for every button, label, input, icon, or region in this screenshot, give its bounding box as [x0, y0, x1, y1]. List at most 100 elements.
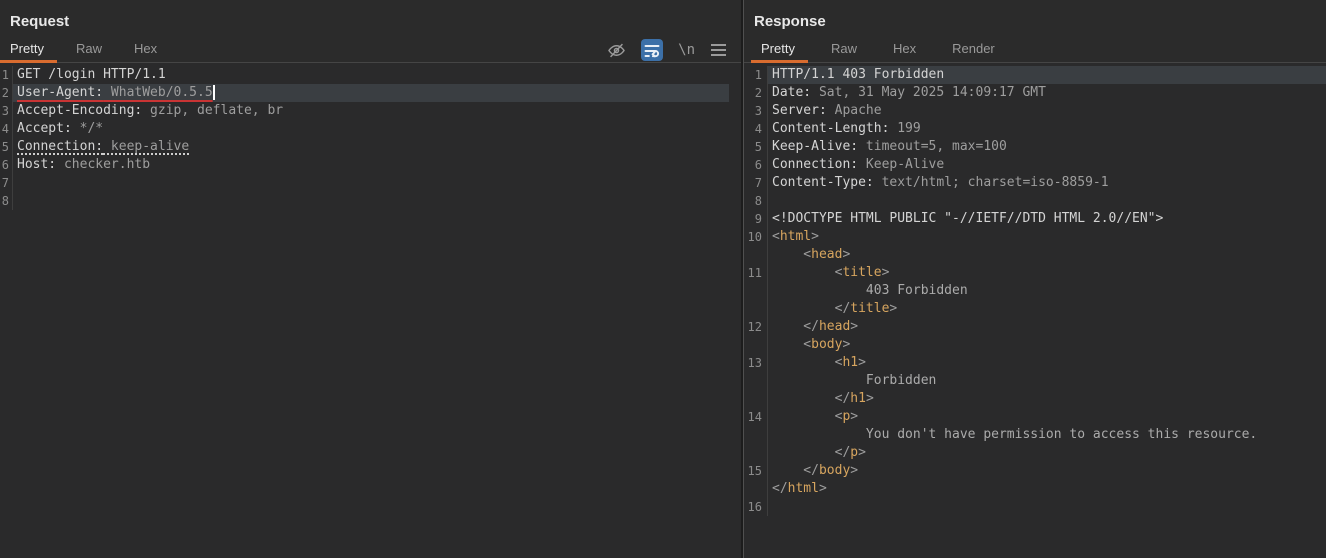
line-number: 7 [744, 174, 768, 192]
code-line[interactable]: </h1> [744, 390, 1326, 408]
code-line[interactable]: 8 [0, 192, 741, 210]
response-tab-render[interactable]: Render [942, 37, 1008, 63]
code-line-content[interactable]: <!DOCTYPE HTML PUBLIC "-//IETF//DTD HTML… [768, 210, 1326, 228]
request-tab-raw[interactable]: Raw [66, 37, 115, 63]
code-line-content[interactable]: <h1> [768, 354, 1326, 372]
code-line[interactable]: 16 [744, 498, 1326, 516]
code-line-content[interactable] [13, 192, 729, 210]
code-line-content[interactable]: Connection: Keep-Alive [768, 156, 1326, 174]
line-number [744, 282, 768, 300]
code-segment: gzip, deflate, br [142, 103, 283, 118]
request-tab-bar: Pretty Raw Hex [0, 37, 741, 63]
hide-nonprintable-icon[interactable] [607, 41, 626, 60]
code-line-content[interactable]: Content-Length: 199 [768, 120, 1326, 138]
code-line-content[interactable]: </head> [768, 318, 1326, 336]
code-line-content[interactable]: Server: Apache [768, 102, 1326, 120]
code-line-content[interactable]: </body> [768, 462, 1326, 480]
response-tab-hex[interactable]: Hex [883, 37, 929, 63]
code-line[interactable]: 5Connection: keep-alive [0, 138, 741, 156]
code-line[interactable]: 14 <p> [744, 408, 1326, 426]
code-line-content[interactable]: <p> [768, 408, 1326, 426]
code-line[interactable]: <body> [744, 336, 1326, 354]
code-line-content[interactable]: Accept-Encoding: gzip, deflate, br [13, 102, 729, 120]
line-number [744, 372, 768, 390]
code-line[interactable]: 2Date: Sat, 31 May 2025 14:09:17 GMT [744, 84, 1326, 102]
code-line[interactable]: 4Accept: */* [0, 120, 741, 138]
code-line[interactable]: 15 </body> [744, 462, 1326, 480]
code-line[interactable]: 1GET /login HTTP/1.1 [0, 66, 741, 84]
code-line[interactable]: 3Accept-Encoding: gzip, deflate, br [0, 102, 741, 120]
code-line[interactable]: 4Content-Length: 199 [744, 120, 1326, 138]
code-line[interactable]: 403 Forbidden [744, 282, 1326, 300]
code-segment: Host: [17, 157, 56, 172]
code-line[interactable]: 12 </head> [744, 318, 1326, 336]
code-line[interactable]: 9<!DOCTYPE HTML PUBLIC "-//IETF//DTD HTM… [744, 210, 1326, 228]
code-line[interactable]: </html> [744, 480, 1326, 498]
code-line-content[interactable]: </title> [768, 300, 1326, 318]
code-line[interactable]: Forbidden [744, 372, 1326, 390]
line-number: 2 [0, 84, 13, 102]
code-line-content[interactable] [13, 174, 729, 192]
code-line-content[interactable]: <body> [768, 336, 1326, 354]
request-tab-hex[interactable]: Hex [124, 37, 170, 63]
code-line-content[interactable]: User-Agent: WhatWeb/0.5.5 [13, 84, 729, 102]
code-line[interactable]: 1HTTP/1.1 403 Forbidden [744, 66, 1326, 84]
code-line-content[interactable]: </html> [768, 480, 1326, 498]
code-line-content[interactable]: <title> [768, 264, 1326, 282]
code-line-content[interactable]: Keep-Alive: timeout=5, max=100 [768, 138, 1326, 156]
code-line-content[interactable]: Accept: */* [13, 120, 729, 138]
code-segment: You don't have permission to access this… [772, 427, 1257, 442]
code-line[interactable]: 7Content-Type: text/html; charset=iso-88… [744, 174, 1326, 192]
code-segment: WhatWeb/0.5.5 [103, 85, 213, 100]
code-line-content[interactable]: Connection: keep-alive [13, 138, 729, 156]
word-wrap-icon[interactable] [641, 39, 663, 61]
code-line-content[interactable]: HTTP/1.1 403 Forbidden [768, 66, 1326, 84]
code-line-content[interactable]: You don't have permission to access this… [768, 426, 1326, 444]
code-line[interactable]: </title> [744, 300, 1326, 318]
code-segment: > [842, 247, 850, 262]
editor-menu-icon[interactable] [710, 43, 727, 57]
code-line[interactable]: 7 [0, 174, 741, 192]
code-line[interactable]: 6Host: checker.htb [0, 156, 741, 174]
request-tab-pretty[interactable]: Pretty [0, 37, 57, 63]
code-line-content[interactable]: </h1> [768, 390, 1326, 408]
code-line[interactable]: 5Keep-Alive: timeout=5, max=100 [744, 138, 1326, 156]
code-line-content[interactable]: Date: Sat, 31 May 2025 14:09:17 GMT [768, 84, 1326, 102]
code-segment: head [811, 247, 842, 262]
code-line-content[interactable]: Host: checker.htb [13, 156, 729, 174]
code-segment: < [772, 409, 842, 424]
code-line[interactable]: 2User-Agent: WhatWeb/0.5.5 [0, 84, 741, 102]
code-segment: > [850, 319, 858, 334]
code-line[interactable]: 10<html> [744, 228, 1326, 246]
code-line-content[interactable] [768, 192, 1326, 210]
response-editor[interactable]: 1HTTP/1.1 403 Forbidden2Date: Sat, 31 Ma… [744, 63, 1326, 558]
line-number: 11 [744, 264, 768, 282]
show-newlines-icon[interactable]: \n [678, 42, 695, 58]
code-line[interactable]: <head> [744, 246, 1326, 264]
request-editor[interactable]: 1GET /login HTTP/1.12User-Agent: WhatWeb… [0, 63, 741, 558]
code-line-content[interactable]: <html> [768, 228, 1326, 246]
code-segment: html [780, 229, 811, 244]
code-line-content[interactable]: Content-Type: text/html; charset=iso-885… [768, 174, 1326, 192]
code-line[interactable]: </p> [744, 444, 1326, 462]
code-segment: body [811, 337, 842, 352]
code-line-content[interactable]: </p> [768, 444, 1326, 462]
line-number: 13 [744, 354, 768, 372]
code-line[interactable]: 8 [744, 192, 1326, 210]
code-line-content[interactable]: 403 Forbidden [768, 282, 1326, 300]
code-segment: > [819, 481, 827, 496]
code-line[interactable]: 3Server: Apache [744, 102, 1326, 120]
response-tab-raw[interactable]: Raw [821, 37, 870, 63]
code-line-content[interactable] [768, 498, 1326, 516]
http-message-viewer: Request PrettyRawHex [0, 0, 1326, 558]
code-line[interactable]: You don't have permission to access this… [744, 426, 1326, 444]
code-line[interactable]: 13 <h1> [744, 354, 1326, 372]
line-number: 4 [0, 120, 13, 138]
code-line[interactable]: 11 <title> [744, 264, 1326, 282]
line-number: 3 [744, 102, 768, 120]
code-line-content[interactable]: GET /login HTTP/1.1 [13, 66, 729, 84]
code-line-content[interactable]: Forbidden [768, 372, 1326, 390]
code-line-content[interactable]: <head> [768, 246, 1326, 264]
response-tab-pretty[interactable]: Pretty [751, 37, 808, 63]
code-line[interactable]: 6Connection: Keep-Alive [744, 156, 1326, 174]
